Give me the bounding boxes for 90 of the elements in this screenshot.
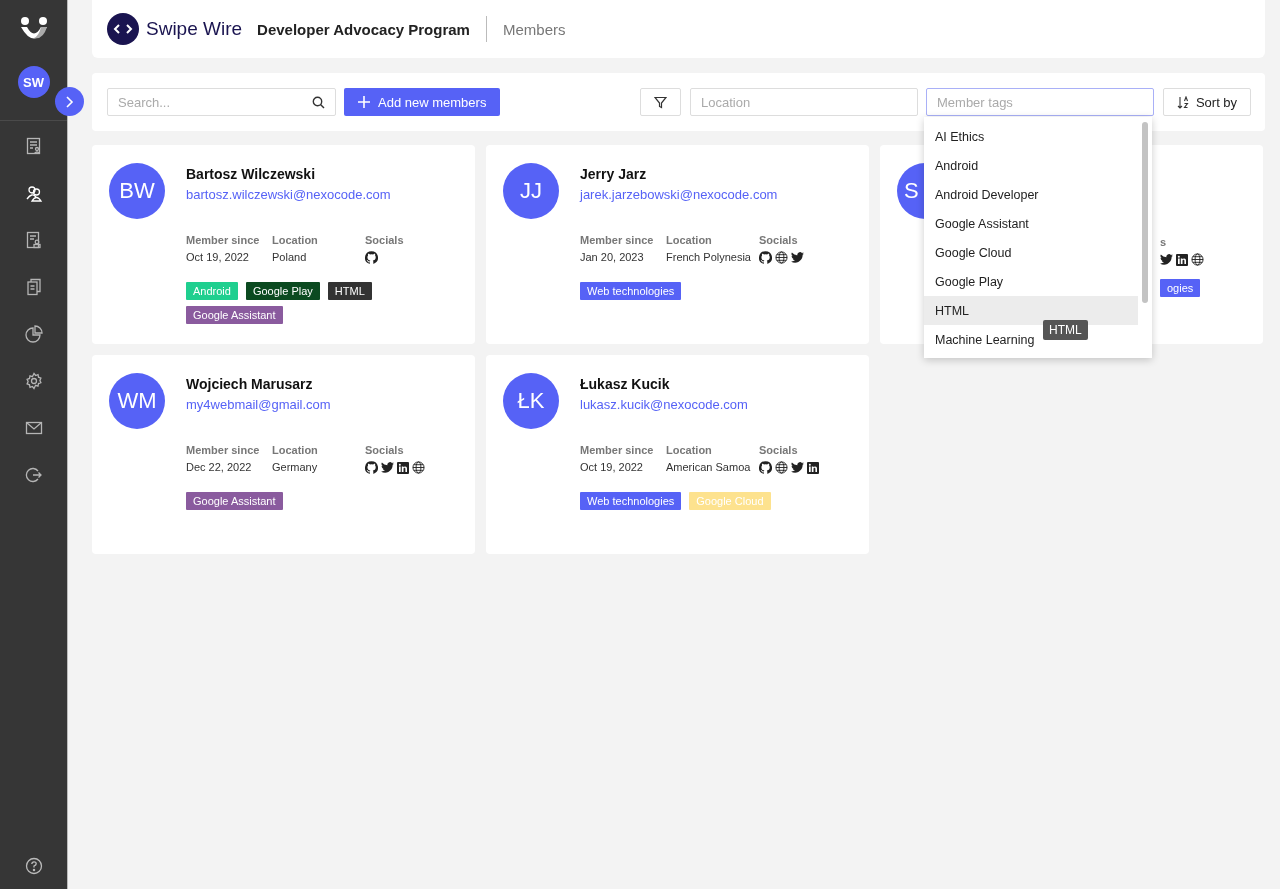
filter-button[interactable] (640, 88, 681, 116)
meta-label: Location (272, 444, 319, 456)
member-avatar: ŁK (503, 373, 559, 429)
member-avatar: WM (109, 373, 165, 429)
member-tags-field[interactable]: Member tags (926, 88, 1154, 116)
member-location: Germany (272, 461, 319, 473)
member-name: Bartosz Wilczewski (186, 166, 317, 182)
member-tag: HTML (327, 282, 372, 300)
member-tag: Google Assistant (186, 492, 283, 510)
mail-icon[interactable] (24, 419, 43, 437)
document-badge-icon[interactable] (24, 231, 43, 249)
chevron-right-icon (64, 94, 74, 109)
dropdown-option[interactable]: Google Cloud (924, 238, 1018, 267)
help-icon[interactable] (24, 857, 43, 875)
documents-icon[interactable] (24, 278, 43, 296)
logout-icon[interactable] (24, 466, 43, 484)
member-since: Oct 19, 2022 (580, 461, 644, 473)
member-name: Łukasz Kucik (580, 376, 671, 392)
member-tag: Web technologies (580, 282, 682, 300)
member-since: Jan 20, 2023 (580, 251, 645, 263)
meta-label: Socials (759, 234, 799, 246)
program-title: Developer Advocacy Program (257, 20, 470, 38)
member-tag: Web technologies (580, 492, 682, 510)
meta-label: Member since (580, 444, 655, 456)
page-title: Members (502, 20, 566, 38)
github-icon[interactable] (759, 461, 772, 474)
member-tag: ogies (1160, 279, 1201, 297)
globe-icon[interactable] (1191, 253, 1204, 266)
member-tag: Google Play (245, 282, 320, 300)
email-link[interactable]: bartosz.wilczewski@nexocode.com (186, 187, 404, 202)
expand-button[interactable] (54, 87, 84, 116)
twitter-icon[interactable] (1160, 254, 1173, 265)
twitter-icon[interactable] (381, 462, 394, 473)
linkedin-icon[interactable] (1176, 253, 1188, 266)
member-avatar: JJ (503, 163, 559, 219)
member-tag: Android (186, 282, 238, 300)
member-since: Oct 19, 2022 (186, 251, 250, 263)
member-name: Wojciech Marusarz (186, 376, 314, 392)
meta-label: Socials (365, 234, 404, 246)
meta-label: Location (666, 234, 713, 246)
github-icon[interactable] (759, 251, 772, 264)
pie-chart-icon[interactable] (24, 325, 43, 343)
dropdown-option[interactable]: Machine Learning (924, 325, 1041, 354)
brand-name: Swipe Wire (146, 18, 243, 40)
globe-icon[interactable] (412, 461, 425, 474)
search-field[interactable]: Search... (107, 88, 336, 116)
code-logo-icon (107, 13, 139, 45)
meta-label: Member since (186, 234, 261, 246)
meta-label: Location (666, 444, 713, 456)
member-location: French Polynesia (666, 251, 752, 263)
settings-icon[interactable] (24, 372, 43, 390)
location-field[interactable]: Location (690, 88, 918, 116)
tooltip: HTML (1043, 320, 1088, 340)
meta-label: Member since (580, 234, 655, 246)
email-link[interactable]: my4webmail@gmail.com (186, 397, 425, 412)
email-link[interactable]: lukasz.kucik@nexocode.com (580, 397, 819, 412)
member-location: Poland (272, 251, 308, 263)
meta-label: s (1160, 236, 1168, 248)
add-members-button[interactable]: Add new members (344, 88, 501, 116)
sort-button[interactable]: Sort by (1163, 88, 1251, 116)
github-icon[interactable] (365, 461, 378, 474)
meta-label: Member since (186, 444, 261, 456)
filter-icon (654, 95, 667, 109)
people-icon[interactable] (24, 184, 43, 202)
plus-icon (358, 96, 370, 108)
user-avatar[interactable]: SW (17, 66, 50, 98)
meta-label: Socials (759, 444, 799, 456)
globe-icon[interactable] (775, 251, 788, 264)
member-tag: Google Assistant (186, 306, 283, 324)
github-icon[interactable] (365, 251, 378, 264)
dropdown-option[interactable]: HTML (924, 296, 1138, 325)
search-icon (312, 96, 325, 109)
linkedin-icon[interactable] (807, 461, 819, 474)
meta-label: Socials (365, 444, 405, 456)
member-name: Jerry Jarz (580, 166, 648, 182)
dropdown-option[interactable]: AI Ethics (924, 122, 991, 151)
globe-icon[interactable] (775, 461, 788, 474)
dropdown-option[interactable]: Google Play (924, 267, 1010, 296)
twitter-icon[interactable] (791, 462, 804, 473)
twitter-icon[interactable] (791, 252, 804, 263)
member-since: Dec 22, 2022 (186, 461, 253, 473)
document-person-icon[interactable] (24, 137, 43, 155)
member-tag: Google Cloud (689, 492, 771, 510)
email-link[interactable]: jarek.jarzebowski@nexocode.com (580, 187, 804, 202)
linkedin-icon[interactable] (397, 461, 409, 474)
member-avatar: BW (109, 163, 165, 219)
sort-icon (1176, 95, 1189, 109)
member-location: American Samoa (666, 461, 752, 473)
scrollbar-thumb[interactable] (1142, 122, 1148, 303)
meta-label: Location (272, 234, 319, 246)
